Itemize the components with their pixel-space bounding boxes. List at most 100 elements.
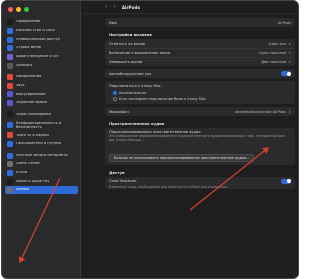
- notifications-icon: [7, 74, 13, 81]
- sidebar-item-label: Пользователи и группы: [16, 142, 62, 146]
- sidebar-item-label: Apple Intelligence и Siri: [16, 55, 59, 59]
- minimize-window-button[interactable]: [16, 7, 21, 12]
- name-label: Имя: [109, 20, 117, 25]
- call-row-value[interactable]: Одно нажатие ⇕: [258, 51, 291, 55]
- icloud-icon: [7, 169, 13, 176]
- sidebar-item[interactable]: Строка меню: [5, 44, 78, 52]
- privacy-icon: [7, 121, 13, 128]
- sidebar-item[interactable]: iCloud: [5, 169, 78, 177]
- name-panel: Имя AirPods: [105, 18, 295, 27]
- spatial-sub-label: Персонализированное пространственное ауд…: [109, 129, 201, 134]
- press-force-hint: Изменение силы, необходимой для нажатия …: [109, 184, 228, 189]
- sidebar-item[interactable]: Конфиденциальность и безопасность: [5, 119, 78, 131]
- toolbar: ‹ › AirPods: [82, 1, 298, 14]
- sidebar-item[interactable]: Фокусирование: [5, 90, 78, 98]
- sidebar-item[interactable]: Пользователи и группы: [5, 140, 78, 148]
- stepper-icon: ⇕: [288, 51, 291, 55]
- sidebar-item[interactable]: Звук: [5, 82, 78, 90]
- press-force-toggle[interactable]: [281, 178, 291, 184]
- desktop-dock-icon: [7, 27, 13, 34]
- connect-panel: Подключиться к этому Mac Автоматически Е…: [105, 81, 295, 104]
- sidebar-item[interactable]: Wallet и Apple Pay: [5, 177, 78, 185]
- spatial-audio-panel: Персонализированное пространственное ауд…: [105, 128, 295, 165]
- sidebar-item[interactable]: Уведомления: [5, 73, 78, 81]
- call-row-label: Завершить вызов: [109, 60, 143, 64]
- sidebar-item[interactable]: Учетные записи интернета: [5, 151, 78, 159]
- accessibility-icon: [7, 36, 13, 43]
- siri-icon: [7, 53, 13, 60]
- auto-detect-toggle[interactable]: [281, 71, 291, 76]
- name-row: Имя AirPods: [105, 18, 295, 27]
- call-settings-heading: Настройки вызовов: [109, 32, 152, 37]
- call-row-label: Включение и выключение звука: [109, 51, 171, 55]
- sidebar-item-label: Рабочий стол и Dock: [16, 29, 55, 33]
- game-center-icon: [7, 161, 13, 168]
- sidebar-item-label: Экран блокировки: [16, 112, 51, 116]
- sidebar-item[interactable]: Рабочий стол и Dock: [5, 27, 78, 35]
- forward-arrow-icon[interactable]: ›: [113, 4, 115, 10]
- sidebar-item-label: Учетные записи интернета: [16, 153, 68, 157]
- sidebar-item-label: Звук: [16, 83, 25, 87]
- accessibility-heading: Доступ: [109, 169, 125, 175]
- call-row-mute: Включение и выключение звука Одно нажати…: [105, 48, 295, 57]
- sidebar-item[interactable]: Оформление: [5, 18, 78, 26]
- sidebar-item-label: Фокусирование: [16, 92, 46, 96]
- sidebar-item-label: Универсальный доступ: [16, 37, 60, 41]
- sidebar-item-label: Touch ID и пароль: [16, 133, 50, 137]
- sidebar-item[interactable]: Универсальный доступ: [5, 35, 78, 43]
- call-row-label: Ответить на вызов: [109, 41, 145, 46]
- name-value[interactable]: AirPods: [278, 21, 291, 25]
- sidebar-item-label: iCloud: [16, 171, 28, 175]
- sidebar-item[interactable]: Touch ID и пароль: [5, 131, 78, 139]
- users-icon: [7, 141, 13, 148]
- touch-id-icon: [7, 132, 13, 139]
- press-force-label: Сила Нажатия: [109, 179, 137, 184]
- call-row-answer: Ответить на вызов Один раз ⇕: [105, 39, 295, 48]
- sidebar-item[interactable]: AirPods: [5, 186, 78, 195]
- call-row-end: Завершить вызов Два нажатия ⇕: [105, 57, 295, 66]
- sidebar: Оформление Рабочий стол и Dock Универсальн…: [2, 1, 81, 278]
- microphone-label: Микрофон: [109, 109, 129, 114]
- radio-last[interactable]: [113, 97, 117, 101]
- lock-screen-icon: [7, 111, 13, 118]
- stepper-icon: ⇕: [288, 41, 291, 46]
- auto-detect-label: Автообнаружение уха: [109, 71, 152, 76]
- accessibility-panel: Сила Нажатия Изменение силы, необходимой…: [105, 176, 295, 190]
- sidebar-list: Оформление Рабочий стол и Dock Универсальн…: [5, 18, 78, 197]
- sidebar-item[interactable]: Экран блокировки: [5, 110, 78, 118]
- radio-last-label: Если последнее подключение было к этому …: [119, 97, 206, 101]
- sidebar-item[interactable]: Game Center: [5, 160, 78, 168]
- sidebar-item[interactable]: Spotlight: [5, 61, 78, 69]
- connect-heading: Подключиться к этому Mac: [109, 83, 161, 88]
- spatial-description: Это изображение персонализированного про…: [109, 134, 285, 142]
- zoom-window-button[interactable]: [24, 7, 29, 12]
- auto-detect-panel: Автообнаружение уха: [105, 69, 295, 78]
- stop-personalized-audio-button[interactable]: Больше не использовать персонализированн…: [109, 153, 255, 162]
- wallet-icon: [7, 178, 13, 185]
- sidebar-item-label: Оформление: [16, 20, 41, 24]
- connect-row: Подключиться к этому Mac: [105, 81, 295, 90]
- screen-time-icon: [7, 100, 13, 107]
- sidebar-group: Экран блокировки Конфиденциальность и без…: [5, 110, 78, 148]
- microphone-value[interactable]: Автопереключение AirPods ⇕: [235, 110, 291, 114]
- call-row-value[interactable]: Один раз ⇕: [269, 42, 291, 46]
- radio-last-row[interactable]: Если последнее подключение было к этому …: [105, 96, 295, 102]
- stepper-icon: ⇕: [288, 109, 291, 114]
- microphone-row: Микрофон Автопереключение AirPods ⇕: [105, 107, 295, 116]
- sidebar-item[interactable]: Экранное время: [5, 99, 78, 107]
- sidebar-item[interactable]: Apple Intelligence и Siri: [5, 53, 78, 61]
- call-row-value[interactable]: Два нажатия ⇕: [261, 60, 291, 64]
- settings-window: Оформление Рабочий стол и Dock Универсальн…: [1, 0, 299, 279]
- airpods-icon: [7, 187, 13, 194]
- radio-auto-label: Автоматически: [119, 91, 147, 95]
- microphone-panel: Микрофон Автопереключение AirPods ⇕: [105, 107, 295, 116]
- sidebar-item-label: Строка меню: [16, 46, 41, 50]
- sound-icon: [7, 82, 13, 89]
- back-arrow-icon[interactable]: ‹: [105, 4, 107, 10]
- spotlight-icon: [7, 62, 13, 69]
- radio-auto[interactable]: [113, 91, 117, 95]
- stepper-icon: ⇕: [288, 60, 291, 64]
- sidebar-group: Оформление Рабочий стол и Dock Универсальн…: [5, 18, 78, 70]
- sidebar-group: Учетные записи интернета Game Center iClou…: [5, 151, 78, 195]
- close-window-button[interactable]: [8, 7, 13, 12]
